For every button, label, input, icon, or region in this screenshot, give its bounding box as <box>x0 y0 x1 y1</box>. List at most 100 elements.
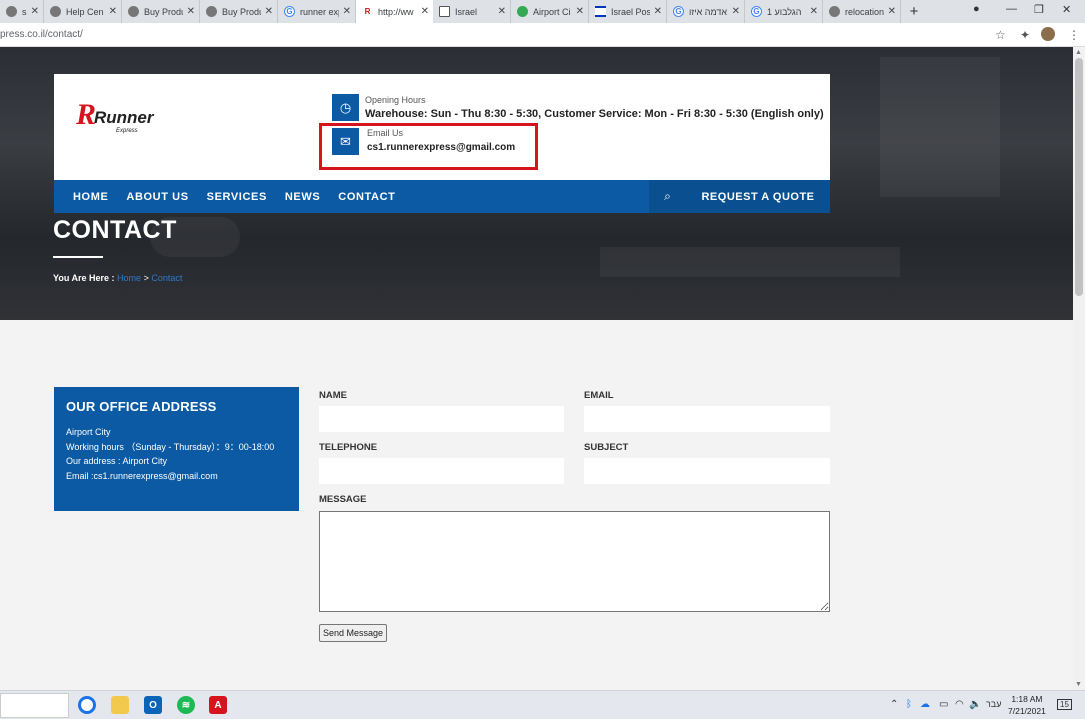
browser-tab[interactable]: Grunner exp ✕ <box>278 0 356 23</box>
browser-tab[interactable]: relocation ✕ <box>823 0 901 23</box>
address-bar[interactable]: press.co.il/contact/ <box>0 23 1085 47</box>
breadcrumb-current: Contact <box>151 273 183 283</box>
telephone-label: TELEPHONE <box>319 442 378 453</box>
spotify-icon[interactable]: ≋ <box>177 696 195 714</box>
browser-menu-icon[interactable]: ⋮ <box>1068 28 1080 42</box>
google-icon: G <box>284 6 295 17</box>
bookmark-star-icon[interactable]: ☆ <box>995 28 1006 42</box>
browser-tab[interactable]: Israel ✕ <box>433 0 511 23</box>
request-quote-button[interactable]: REQUEST A QUOTE <box>686 180 830 213</box>
browser-tab[interactable]: Buy Produ ✕ <box>200 0 278 23</box>
search-icon[interactable]: ⌕ <box>649 180 686 213</box>
browser-tab[interactable]: G הגלבוע 1 ✕ <box>745 0 823 23</box>
svg-text:R: R <box>76 98 96 131</box>
acrobat-icon[interactable]: A <box>209 696 227 714</box>
browser-tab[interactable]: Israel Pos ✕ <box>589 0 667 23</box>
browser-tab-title: runner exp <box>300 6 339 17</box>
breadcrumb-prefix: You Are Here : <box>53 273 115 283</box>
close-tab-icon[interactable]: ✕ <box>265 6 273 17</box>
browser-tab[interactable]: sitokala ✕ <box>0 0 44 23</box>
google-icon: G <box>673 6 684 17</box>
url-text[interactable]: press.co.il/contact/ <box>0 29 83 40</box>
browser-tab-title: http://ww <box>378 6 414 17</box>
israel-flag-icon <box>595 6 606 17</box>
message-label: MESSAGE <box>319 494 367 505</box>
browser-tab[interactable]: Rhttp://ww ✕ <box>356 0 433 23</box>
scroll-up-icon[interactable]: ▲ <box>1075 49 1082 56</box>
browser-tab-title: Buy Produ <box>144 6 183 17</box>
name-field[interactable] <box>319 406 564 432</box>
close-tab-icon[interactable]: ✕ <box>654 6 662 17</box>
file-explorer-icon[interactable] <box>111 696 129 714</box>
logo-text: Runner <box>94 108 155 127</box>
restore-icon[interactable]: ❐ <box>1034 3 1044 16</box>
runner-express-logo[interactable]: R Runner Express <box>76 98 176 134</box>
outlook-icon[interactable]: O <box>144 696 162 714</box>
globe-icon <box>206 6 217 17</box>
help-icon <box>50 6 61 17</box>
profile-menu-icon[interactable]: ● <box>973 3 980 15</box>
office-heading: OUR OFFICE ADDRESS <box>66 399 217 414</box>
clock-icon: ◷ <box>332 94 359 121</box>
chrome-app-icon[interactable] <box>78 696 96 714</box>
wifi-icon[interactable]: ◠ <box>955 699 964 710</box>
onedrive-icon[interactable]: ☁ <box>920 699 930 710</box>
telephone-field[interactable] <box>319 458 564 484</box>
office-line-hours: Working hours （Sunday - Thursday）：9：00-1… <box>66 441 275 452</box>
close-tab-icon[interactable]: ✕ <box>31 6 39 17</box>
bluetooth-icon[interactable]: ᛒ <box>906 699 912 710</box>
message-textarea[interactable] <box>319 511 830 612</box>
close-tab-icon[interactable]: ✕ <box>109 6 117 17</box>
subject-field[interactable] <box>584 458 830 484</box>
runner-logo-icon: R <box>362 6 373 17</box>
close-tab-icon[interactable]: ✕ <box>576 6 584 17</box>
office-line-email: Email :cs1.runnerexpress@gmail.com <box>66 470 218 481</box>
taskbar-search-box[interactable] <box>0 693 69 718</box>
nav-services[interactable]: SERVICES <box>189 191 267 203</box>
browser-tab-title: sitokala <box>22 6 27 17</box>
extensions-icon[interactable]: ✦ <box>1020 28 1030 42</box>
close-tab-icon[interactable]: ✕ <box>888 6 896 17</box>
avatar[interactable] <box>1041 27 1055 41</box>
clock-date: 7/21/2021 <box>1008 706 1046 716</box>
tray-expand-icon[interactable]: ⌃ <box>890 699 898 710</box>
nav-home[interactable]: HOME <box>54 191 108 203</box>
close-tab-icon[interactable]: ✕ <box>498 6 506 17</box>
logo-subtext: Express <box>116 128 138 134</box>
close-tab-icon[interactable]: ✕ <box>421 6 429 17</box>
browser-tab[interactable]: Airport Ci ✕ <box>511 0 589 23</box>
browser-tab-strip: sitokala✕Help Cen✕Buy Produ✕Buy Produ✕Gr… <box>0 0 1085 23</box>
new-tab-button[interactable]: + <box>901 3 927 20</box>
browser-tab-title: relocation <box>845 6 884 17</box>
browser-tab-title: Israel Pos <box>611 6 650 17</box>
browser-tab-title: Buy Produ <box>222 6 261 17</box>
volume-icon[interactable]: 🔈 <box>969 699 981 710</box>
subject-label: SUBJECT <box>584 442 629 453</box>
browser-tab[interactable]: Buy Produ ✕ <box>122 0 200 23</box>
close-window-icon[interactable]: ✕ <box>1062 3 1071 16</box>
nav-about-us[interactable]: ABOUT US <box>108 191 188 203</box>
close-tab-icon[interactable]: ✕ <box>732 6 740 17</box>
nav-contact[interactable]: CONTACT <box>320 191 395 203</box>
opening-hours-label: Opening Hours <box>365 95 426 105</box>
close-tab-icon[interactable]: ✕ <box>810 6 818 17</box>
close-tab-icon[interactable]: ✕ <box>343 6 351 17</box>
minimize-icon[interactable]: — <box>1006 3 1017 15</box>
email-field[interactable] <box>584 406 830 432</box>
browser-tab[interactable]: G אדמה איזו ✕ <box>667 0 745 23</box>
browser-tab-title: אדמה איזו <box>689 6 727 17</box>
hero-bg-shape <box>880 57 1000 197</box>
browser-tab[interactable]: Help Cen ✕ <box>44 0 122 23</box>
nav-news[interactable]: NEWS <box>267 191 320 203</box>
battery-icon[interactable]: ▭ <box>939 699 948 710</box>
language-indicator[interactable]: עבר <box>986 699 1001 709</box>
browser-tab-title: Help Cen <box>66 6 104 17</box>
scrollbar-thumb[interactable] <box>1075 58 1083 296</box>
browser-tab-title: Israel <box>455 6 478 17</box>
scroll-down-icon[interactable]: ▼ <box>1075 681 1082 688</box>
taskbar-clock[interactable]: 1:18 AM 7/21/2021 <box>1008 693 1046 717</box>
send-message-button[interactable]: Send Message <box>319 624 387 642</box>
notification-icon[interactable]: 15 <box>1057 699 1072 710</box>
breadcrumb-home-link[interactable]: Home <box>117 273 141 283</box>
close-tab-icon[interactable]: ✕ <box>187 6 195 17</box>
